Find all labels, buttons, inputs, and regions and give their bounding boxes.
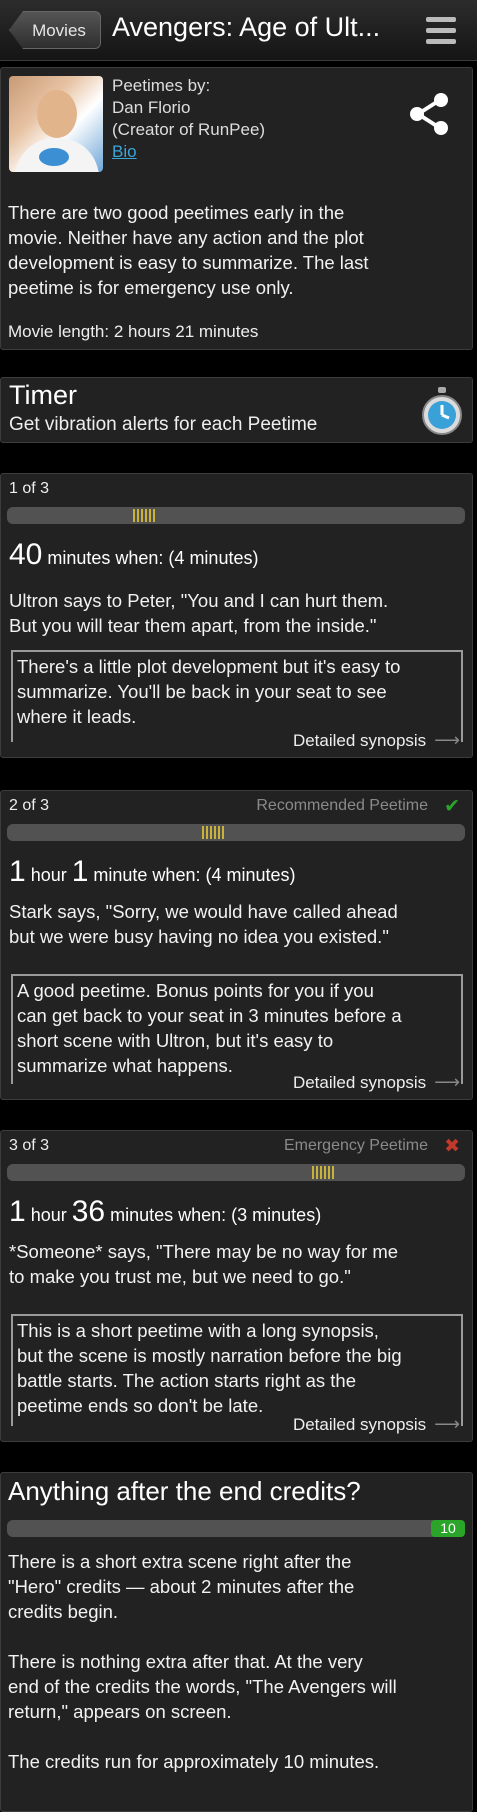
peetime-note-line: where it leads.	[17, 706, 137, 727]
author-avatar	[9, 76, 103, 172]
peetime-note: A good peetime. Bonus points for you if …	[11, 974, 463, 1084]
peetime-time-number: 40	[9, 538, 43, 571]
intro-text: There are two good peetimes early in the…	[8, 200, 369, 300]
detailed-synopsis-label: Detailed synopsis	[292, 1073, 427, 1092]
peetime-cue: Ultron says to Peter, "You and I can hur…	[9, 588, 388, 638]
peetime-note-line: but the scene is mostly narration before…	[17, 1345, 402, 1366]
peetime-note-line: summarize. You'll be back in your seat t…	[17, 681, 387, 702]
peetime-tag: Recommended Peetime	[256, 797, 428, 814]
peetime-time-unit: minutes when: (3 minutes)	[105, 1205, 322, 1225]
credits-minutes-badge: 10	[431, 1520, 465, 1537]
peetime-cue-line: Stark says, "Sorry, we would have called…	[9, 901, 398, 922]
peetimes-by-label: Peetimes by:	[112, 76, 211, 95]
credits-line: There is a short extra scene right after…	[8, 1551, 352, 1572]
arrow-right-icon: ⟶	[434, 1414, 460, 1434]
peetime-note-line: short scene with Ultron, but it's easy t…	[17, 1030, 334, 1051]
peetime-note-text: This is a short peetime with a long syno…	[17, 1318, 402, 1418]
detailed-synopsis-link[interactable]: Detailed synopsis ⟶	[286, 1072, 460, 1093]
detailed-synopsis-link[interactable]: Detailed synopsis ⟶	[286, 1414, 460, 1435]
peetime-marker	[312, 1166, 335, 1179]
peetime-cue: *Someone* says, "There may be no way for…	[9, 1239, 398, 1289]
peetime-marker	[133, 509, 156, 522]
page-title: Avengers: Age of Ult...	[112, 12, 381, 42]
peetime-note-line: This is a short peetime with a long syno…	[17, 1320, 379, 1341]
hamburger-menu-icon[interactable]	[426, 17, 456, 45]
share-icon[interactable]	[408, 92, 452, 136]
credits-line: "Hero" credits — about 2 minutes after t…	[8, 1576, 355, 1597]
peetime-cue-line: to make you trust me, but we need to go.…	[9, 1266, 351, 1287]
peetime-index: 2 of 3	[9, 797, 50, 814]
credits-paragraph: The credits run for approximately 10 min…	[8, 1749, 397, 1774]
arrow-right-icon: ⟶	[434, 1072, 460, 1092]
credits-line: return," appears on screen.	[8, 1701, 232, 1722]
peetime-time-number: 1	[9, 1195, 26, 1228]
peetime-cue-line: but we were busy having no idea you exis…	[9, 926, 389, 947]
credits-paragraph: There is a short extra scene right after…	[8, 1549, 397, 1624]
peetime-time-unit: minute when: (4 minutes)	[88, 865, 296, 885]
peetime-time: 1 hour 1 minute when: (4 minutes)	[9, 855, 296, 889]
peetime-index: 1 of 3	[9, 480, 50, 497]
peetime-time-unit: hour	[25, 1205, 72, 1225]
peetime-progress-bar	[7, 1164, 465, 1181]
x-icon: ✖	[444, 1136, 460, 1157]
stopwatch-icon[interactable]	[420, 387, 464, 437]
credits-line: end of the credits the words, "The Aveng…	[8, 1676, 397, 1697]
peetime-cue-line: Ultron says to Peter, "You and I can hur…	[9, 590, 389, 611]
credits-text: There is a short extra scene right after…	[8, 1549, 397, 1774]
intro-line: movie. Neither have any action and the p…	[8, 227, 364, 248]
peetime-panel: 1 of 3 40 minutes when: (4 minutes) Ultron…	[0, 473, 473, 758]
peetime-note-text: There's a little plot development but it…	[17, 654, 400, 729]
author-panel: Peetimes by: Dan Florio (Creator of RunP…	[0, 67, 473, 350]
author-name: Dan Florio	[112, 98, 191, 117]
peetime-time-unit: hour	[25, 865, 72, 885]
timer-panel[interactable]: Timer Get vibration alerts for each Peet…	[0, 377, 473, 443]
peetime-time: 1 hour 36 minutes when: (3 minutes)	[9, 1195, 321, 1229]
peetime-cue-line: But you will tear them apart, from the i…	[9, 615, 377, 636]
peetime-note-text: A good peetime. Bonus points for you if …	[17, 978, 402, 1078]
detailed-synopsis-link[interactable]: Detailed synopsis ⟶	[286, 730, 460, 751]
timer-subtitle: Get vibration alerts for each Peetime	[9, 414, 318, 435]
intro-line: peetime is for emergency use only.	[8, 277, 294, 298]
intro-line: There are two good peetimes early in the	[8, 202, 345, 223]
credits-line: There is nothing extra after that. At th…	[8, 1651, 363, 1672]
peetime-panel: 3 of 3 Emergency Peetime ✖ 1 hour 36 minute…	[0, 1130, 473, 1442]
peetime-note-line: battle starts. The action starts right a…	[17, 1370, 356, 1391]
credits-panel: Anything after the end credits? 10 There…	[0, 1472, 473, 1812]
peetime-note: This is a short peetime with a long syno…	[11, 1314, 463, 1426]
top-bar: Movies Avengers: Age of Ult...	[0, 0, 477, 61]
peetime-note-line: A good peetime. Bonus points for you if …	[17, 980, 374, 1001]
credits-paragraph: There is nothing extra after that. At th…	[8, 1649, 397, 1724]
peetime-time: 40 minutes when: (4 minutes)	[9, 538, 258, 572]
peetime-note: There's a little plot development but it…	[11, 650, 463, 742]
timer-title: Timer	[9, 380, 77, 410]
checkmark-icon: ✔	[444, 796, 460, 817]
intro-line: development is easy to summarize. The la…	[8, 252, 369, 273]
arrow-right-icon: ⟶	[434, 730, 460, 750]
peetime-progress-bar	[7, 824, 465, 841]
peetime-note-line: can get back to your seat in 3 minutes b…	[17, 1005, 402, 1026]
credits-line: The credits run for approximately 10 min…	[8, 1751, 380, 1772]
peetime-index: 3 of 3	[9, 1137, 50, 1154]
credits-bar: 10	[7, 1520, 465, 1537]
bio-link[interactable]: Bio	[112, 142, 137, 162]
peetime-time-number: 1	[71, 855, 89, 888]
author-role: (Creator of RunPee)	[112, 120, 266, 139]
credits-title: Anything after the end credits?	[8, 1476, 361, 1506]
back-button[interactable]: Movies	[9, 11, 101, 49]
movie-length: Movie length: 2 hours 21 minutes	[8, 322, 259, 341]
peetime-time-number: 36	[71, 1195, 106, 1228]
detailed-synopsis-label: Detailed synopsis	[292, 1415, 427, 1434]
detailed-synopsis-label: Detailed synopsis	[292, 731, 427, 750]
peetime-time-unit: minutes when: (4 minutes)	[42, 548, 259, 568]
peetime-cue: Stark says, "Sorry, we would have called…	[9, 899, 398, 949]
peetime-time-number: 1	[9, 855, 26, 888]
peetime-tag: Emergency Peetime	[283, 1137, 428, 1154]
peetime-marker	[202, 826, 225, 839]
peetime-note-line: There's a little plot development but it…	[17, 656, 401, 677]
credits-line: credits begin.	[8, 1601, 119, 1622]
peetime-progress-bar	[7, 507, 465, 524]
peetime-panel: 2 of 3 Recommended Peetime ✔ 1 hour 1 minut…	[0, 790, 473, 1100]
peetime-cue-line: *Someone* says, "There may be no way for…	[9, 1241, 399, 1262]
